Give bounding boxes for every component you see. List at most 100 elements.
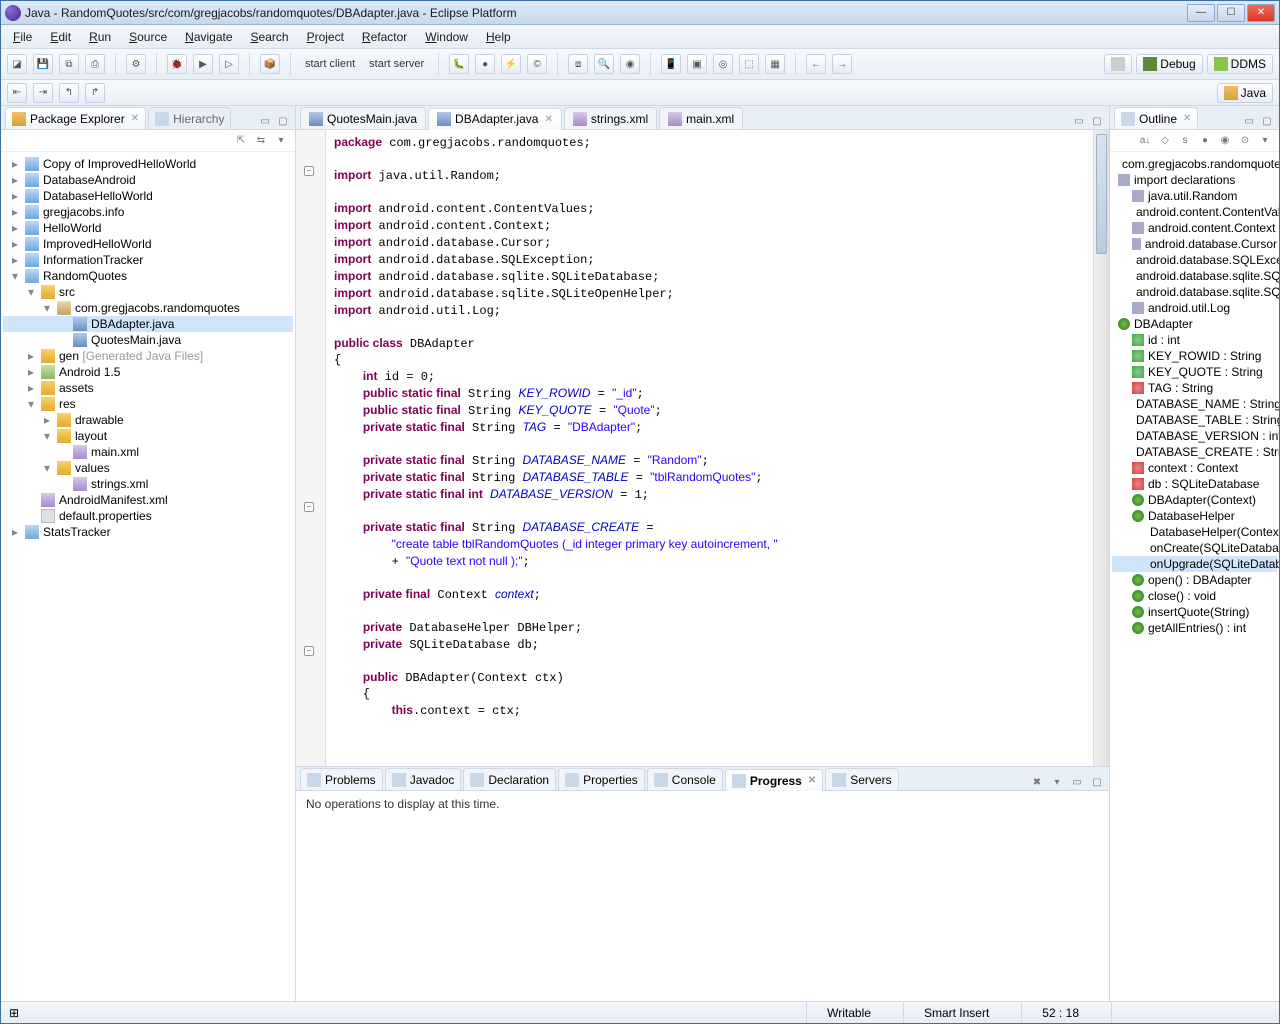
close-button[interactable]: ✕ (1247, 4, 1275, 22)
hide-fields-button[interactable]: ◇ (1157, 133, 1173, 149)
outline-databasehelper-context-[interactable]: DatabaseHelper(Context) (1112, 524, 1277, 540)
expand-toggle[interactable]: ▸ (9, 173, 21, 187)
expand-toggle[interactable]: ▸ (9, 253, 21, 267)
hide-nonpublic-button[interactable]: ● (1197, 133, 1213, 149)
outline-tag-string[interactable]: TAG : String (1112, 380, 1277, 396)
expand-toggle[interactable]: ▾ (9, 269, 21, 283)
tab-progress[interactable]: Progress✕ (725, 769, 823, 791)
outline-close-void[interactable]: close() : void (1112, 588, 1277, 604)
tree-node-res[interactable]: ▾res (3, 396, 293, 412)
tree-node-copy-of-improvedhelloworld[interactable]: ▸Copy of ImprovedHelloWorld (3, 156, 293, 172)
tree-node-statstracker[interactable]: ▸StatsTracker (3, 524, 293, 540)
outline-android-content-context[interactable]: android.content.Context (1112, 220, 1277, 236)
expand-toggle[interactable]: ▸ (25, 381, 37, 395)
run-dropdown[interactable]: ▶ (193, 54, 213, 74)
outline-android-database-sqlexception[interactable]: android.database.SQLException (1112, 252, 1277, 268)
tree-node-gregjacobs-info[interactable]: ▸gregjacobs.info (3, 204, 293, 220)
package-explorer-tab[interactable]: Package Explorer✕ (5, 107, 146, 129)
maximize-view-button[interactable]: ▢ (275, 113, 291, 129)
expand-toggle[interactable]: ▸ (9, 205, 21, 219)
tree-node-assets[interactable]: ▸assets (3, 380, 293, 396)
open-type-button[interactable]: ⧈ (568, 54, 588, 74)
tree-node-com-gregjacobs-randomquotes[interactable]: ▾com.gregjacobs.randomquotes (3, 300, 293, 316)
nav-forward-button[interactable]: ⇥ (33, 83, 53, 103)
start-client-button[interactable]: start client (301, 58, 359, 70)
outline-java-util-random[interactable]: java.util.Random (1112, 188, 1277, 204)
menu-edit[interactable]: Edit (42, 28, 79, 46)
outline-android-database-sqlite-sqlitedatabase[interactable]: android.database.sqlite.SQLiteDatabase (1112, 268, 1277, 284)
tree-node-databaseandroid[interactable]: ▸DatabaseAndroid (3, 172, 293, 188)
nav-back-button[interactable]: ⇤ (7, 83, 27, 103)
tree-node-randomquotes[interactable]: ▾RandomQuotes (3, 268, 293, 284)
close-icon[interactable]: ✕ (131, 113, 139, 124)
outline-onupgrade-sqlitedatabase-int-int-[interactable]: onUpgrade(SQLiteDatabase, int, int) (1112, 556, 1277, 572)
editor-tab-main-xml[interactable]: main.xml (659, 107, 743, 129)
expand-toggle[interactable]: ▸ (9, 189, 21, 203)
maximize-bottom-button[interactable]: ▢ (1089, 774, 1105, 790)
expand-toggle[interactable]: ▾ (41, 301, 53, 315)
outline-dbadapter[interactable]: DBAdapter (1112, 316, 1277, 332)
menu-search[interactable]: Search (243, 28, 297, 46)
editor-tab-quotesmain-java[interactable]: QuotesMain.java (300, 107, 426, 129)
code-editor[interactable]: package com.gregjacobs.randomquotes; imp… (326, 130, 1093, 766)
build-button[interactable]: ⚙ (126, 54, 146, 74)
android-project-button[interactable]: ⬚ (739, 54, 759, 74)
save-button[interactable]: 💾 (33, 54, 53, 74)
tab-console[interactable]: Console (647, 768, 723, 790)
new-button[interactable]: ◪ (7, 54, 27, 74)
tab-servers[interactable]: Servers (825, 768, 898, 790)
outline-db-sqlitedatabase[interactable]: db : SQLiteDatabase (1112, 476, 1277, 492)
java-perspective[interactable]: Java (1217, 83, 1273, 103)
minimize-view-button[interactable]: ▭ (257, 113, 273, 129)
tab-problems[interactable]: Problems (300, 768, 383, 790)
expand-toggle[interactable]: ▾ (25, 285, 37, 299)
outline-database-version-int[interactable]: DATABASE_VERSION : int (1112, 428, 1277, 444)
minimize-outline-button[interactable]: ▭ (1241, 113, 1257, 129)
search-button[interactable]: 🔍 (594, 54, 614, 74)
outline-tree[interactable]: com.gregjacobs.randomquotesimport declar… (1110, 152, 1279, 1001)
maximize-button[interactable]: ☐ (1217, 4, 1245, 22)
tree-node-gen-generated-java-files-[interactable]: ▸gen [Generated Java Files] (3, 348, 293, 364)
menu-navigate[interactable]: Navigate (177, 28, 240, 46)
debug-perspective[interactable]: Debug (1136, 54, 1202, 74)
outline-android-content-contentvalues[interactable]: android.content.ContentValues (1112, 204, 1277, 220)
ddms-perspective[interactable]: DDMS (1207, 54, 1273, 74)
editor-tab-dbadapter-java[interactable]: DBAdapter.java✕ (428, 108, 562, 130)
collapse-all-button[interactable]: ⇱ (233, 133, 249, 149)
maximize-outline-button[interactable]: ▢ (1259, 113, 1275, 129)
expand-toggle[interactable]: ▾ (41, 429, 53, 443)
outline-dbadapter-context-[interactable]: DBAdapter(Context) (1112, 492, 1277, 508)
menu-run[interactable]: Run (81, 28, 119, 46)
outline-oncreate-sqlitedatabase-[interactable]: onCreate(SQLiteDatabase) (1112, 540, 1277, 556)
avd-button[interactable]: ▣ (687, 54, 707, 74)
tab-javadoc[interactable]: Javadoc (385, 768, 462, 790)
toggle-button[interactable]: ◉ (620, 54, 640, 74)
android-xml-button[interactable]: ▦ (765, 54, 785, 74)
debug-button[interactable]: 🐛 (449, 54, 469, 74)
menu-source[interactable]: Source (121, 28, 175, 46)
tab-properties[interactable]: Properties (558, 768, 645, 790)
remove-all-button[interactable]: ✖ (1029, 774, 1045, 790)
minimize-button[interactable]: — (1187, 4, 1215, 22)
editor-scrollbar[interactable] (1093, 130, 1109, 766)
new-package-button[interactable]: 📦 (260, 54, 280, 74)
focus-button[interactable]: ⊙ (1237, 133, 1253, 149)
outline-android-util-log[interactable]: android.util.Log (1112, 300, 1277, 316)
hide-static-button[interactable]: s (1177, 133, 1193, 149)
outline-context-context[interactable]: context : Context (1112, 460, 1277, 476)
menu-window[interactable]: Window (417, 28, 476, 46)
minimize-bottom-button[interactable]: ▭ (1069, 774, 1085, 790)
expand-toggle[interactable]: ▸ (9, 221, 21, 235)
lint-button[interactable]: ◎ (713, 54, 733, 74)
tree-node-default-properties[interactable]: default.properties (3, 508, 293, 524)
menu-file[interactable]: File (5, 28, 40, 46)
expand-toggle[interactable]: ▾ (25, 397, 37, 411)
external-button[interactable]: ⚡ (501, 54, 521, 74)
expand-toggle[interactable]: ▸ (41, 413, 53, 427)
view-menu-button[interactable]: ▾ (273, 133, 289, 149)
tree-node-databasehelloworld[interactable]: ▸DatabaseHelloWorld (3, 188, 293, 204)
tab-declaration[interactable]: Declaration (463, 768, 556, 790)
expand-toggle[interactable]: ▸ (9, 525, 21, 539)
open-perspective-button[interactable] (1104, 54, 1132, 74)
sort-button[interactable]: a↓ (1137, 133, 1153, 149)
